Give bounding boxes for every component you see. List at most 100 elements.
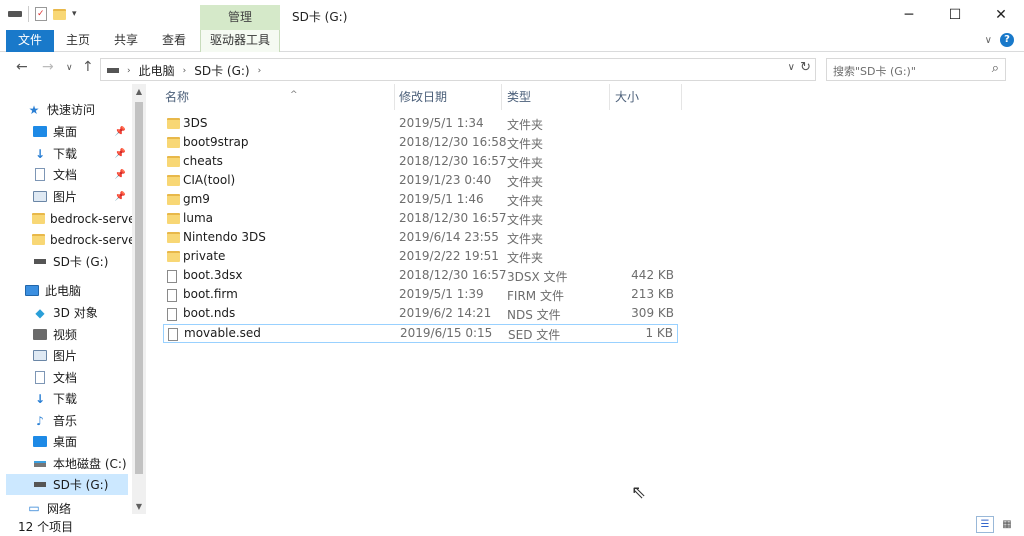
file-type: 文件夹 — [507, 156, 544, 170]
column-header-name[interactable]: 名称 ^ — [165, 84, 395, 110]
chevron-right-icon[interactable]: › — [127, 66, 131, 76]
column-divider[interactable] — [609, 84, 610, 110]
nav-label: 视频 — [53, 328, 78, 342]
file-type: 3DSX 文件 — [507, 270, 568, 284]
breadcrumb-this-pc[interactable]: 此电脑 — [139, 62, 175, 79]
column-divider[interactable] — [501, 84, 502, 110]
folder-row[interactable]: cheats 2018/12/30 16:57 文件夹 — [163, 153, 678, 172]
folder-icon — [167, 194, 180, 208]
recent-locations-icon[interactable]: ∨ — [66, 63, 73, 73]
file-date: 2019/6/2 14:21 — [399, 306, 492, 320]
tab-file[interactable]: 文件 — [6, 30, 54, 52]
column-header-type[interactable]: 类型 — [507, 84, 607, 110]
chevron-right-icon[interactable]: › — [183, 66, 187, 76]
customize-toolbar-icon[interactable]: ▾ — [72, 9, 77, 19]
drive-icon — [32, 478, 48, 492]
pin-icon[interactable]: 📌 — [115, 149, 126, 159]
nav-item-documents[interactable]: 文档 📌 — [32, 164, 132, 185]
pin-icon[interactable]: 📌 — [115, 127, 126, 137]
up-arrow-icon[interactable]: ↑ — [82, 59, 94, 75]
pin-icon[interactable]: 📌 — [115, 170, 126, 180]
chevron-right-icon[interactable]: › — [258, 66, 262, 76]
search-input[interactable]: 搜索"SD卡 (G:)" ⌕ — [826, 58, 1006, 81]
star-icon: ★ — [28, 102, 40, 117]
file-row[interactable]: boot.firm 2019/5/1 1:39 FIRM 文件 213 KB — [163, 286, 678, 305]
folder-row[interactable]: gm9 2019/5/1 1:46 文件夹 — [163, 191, 678, 210]
column-header-date[interactable]: 修改日期 — [399, 84, 499, 110]
nav-this-pc[interactable]: 此电脑 — [24, 280, 132, 301]
folder-icon — [167, 232, 180, 246]
file-name: Nintendo 3DS — [183, 230, 266, 244]
download-icon: ↓ — [34, 391, 46, 406]
nav-item-3d-objects[interactable]: ◆ 3D 对象 — [32, 302, 132, 323]
search-icon[interactable]: ⌕ — [992, 61, 999, 76]
close-button[interactable]: ✕ — [978, 0, 1024, 30]
maximize-button[interactable]: ☐ — [932, 0, 978, 30]
file-row[interactable]: boot.nds 2019/6/2 14:21 NDS 文件 309 KB — [163, 305, 678, 324]
nav-item-music[interactable]: ♪ 音乐 — [32, 410, 132, 431]
drive-icon[interactable] — [8, 11, 22, 17]
pin-icon[interactable]: 📌 — [115, 192, 126, 202]
nav-scrollbar[interactable]: ▲ ▼ — [132, 84, 146, 514]
tab-share[interactable]: 共享 — [106, 30, 146, 52]
expand-ribbon-icon[interactable]: ∨ — [985, 35, 992, 46]
nav-item-sd-quick[interactable]: SD卡 (G:) — [32, 251, 132, 272]
breadcrumb-sd-card[interactable]: SD卡 (G:) — [194, 62, 249, 79]
scroll-down-icon[interactable]: ▼ — [132, 502, 146, 511]
nav-item-pictures-pc[interactable]: 图片 — [32, 345, 132, 366]
nav-item-bedrock-2[interactable]: bedrock-serve — [32, 229, 132, 250]
sort-ascending-icon: ^ — [290, 90, 298, 100]
large-icons-view-icon[interactable]: ▦ — [998, 516, 1016, 533]
nav-label: 文档 — [53, 371, 78, 385]
folder-row[interactable]: luma 2018/12/30 16:57 文件夹 — [163, 210, 678, 229]
context-tab-manage[interactable]: 管理 — [200, 5, 280, 30]
nav-item-desktop[interactable]: 桌面 📌 — [32, 121, 132, 142]
folder-row[interactable]: CIA(tool) 2019/1/23 0:40 文件夹 — [163, 172, 678, 191]
new-folder-icon[interactable] — [53, 8, 66, 20]
file-name: CIA(tool) — [183, 173, 236, 187]
computer-icon — [24, 284, 40, 298]
nav-item-bedrock-1[interactable]: bedrock-serve — [32, 208, 132, 229]
refresh-icon[interactable]: ↻ — [800, 60, 811, 75]
address-history-icon[interactable]: ∨ — [788, 62, 795, 73]
column-divider[interactable] — [394, 84, 395, 110]
file-row[interactable]: boot.3dsx 2018/12/30 16:57 3DSX 文件 442 KB — [163, 267, 678, 286]
column-header-size[interactable]: 大小 — [615, 84, 681, 110]
toolbar-divider — [28, 6, 29, 22]
tab-view[interactable]: 查看 — [154, 30, 194, 52]
nav-item-documents-pc[interactable]: 文档 — [32, 367, 132, 388]
folder-icon — [32, 233, 45, 247]
nav-item-videos[interactable]: 视频 — [32, 324, 132, 345]
file-date: 2019/5/1 1:34 — [399, 116, 484, 130]
nav-item-downloads-pc[interactable]: ↓ 下载 — [32, 388, 132, 409]
scroll-thumb[interactable] — [135, 102, 143, 474]
file-date: 2019/5/1 1:46 — [399, 192, 484, 206]
nav-label: 此电脑 — [45, 284, 82, 298]
minimize-button[interactable]: ─ — [886, 0, 932, 30]
network-icon: ▭ — [28, 502, 40, 514]
nav-item-sd-card[interactable]: SD卡 (G:) — [6, 474, 128, 495]
address-bar[interactable]: › 此电脑 › SD卡 (G:) › ∨ ↻ — [100, 58, 816, 81]
file-date: 2019/1/23 0:40 — [399, 173, 492, 187]
file-row[interactable]: movable.sed 2019/6/15 0:15 SED 文件 1 KB — [163, 324, 678, 343]
file-type: 文件夹 — [507, 213, 544, 227]
column-divider[interactable] — [681, 84, 682, 110]
scroll-up-icon[interactable]: ▲ — [132, 87, 146, 96]
help-icon[interactable]: ? — [1000, 33, 1014, 47]
back-arrow-icon[interactable]: ← — [16, 59, 28, 75]
nav-label: 下载 — [53, 147, 78, 161]
forward-arrow-icon[interactable]: → — [42, 59, 54, 75]
tab-home[interactable]: 主页 — [58, 30, 98, 52]
properties-icon[interactable]: ✓ — [35, 7, 47, 21]
folder-row[interactable]: private 2019/2/22 19:51 文件夹 — [163, 248, 678, 267]
details-view-icon[interactable]: ☰ — [976, 516, 994, 533]
folder-row[interactable]: Nintendo 3DS 2019/6/14 23:55 文件夹 — [163, 229, 678, 248]
folder-row[interactable]: boot9strap 2018/12/30 16:58 文件夹 — [163, 134, 678, 153]
nav-item-pictures[interactable]: 图片 📌 — [32, 186, 132, 207]
nav-item-downloads[interactable]: ↓ 下载 📌 — [32, 143, 132, 164]
nav-item-local-disk[interactable]: 本地磁盘 (C:) — [32, 453, 132, 474]
folder-row[interactable]: 3DS 2019/5/1 1:34 文件夹 — [163, 115, 678, 134]
nav-label: 桌面 — [53, 125, 78, 139]
nav-item-desktop-pc[interactable]: 桌面 — [32, 431, 132, 452]
tab-drive-tools[interactable]: 驱动器工具 — [200, 30, 280, 52]
